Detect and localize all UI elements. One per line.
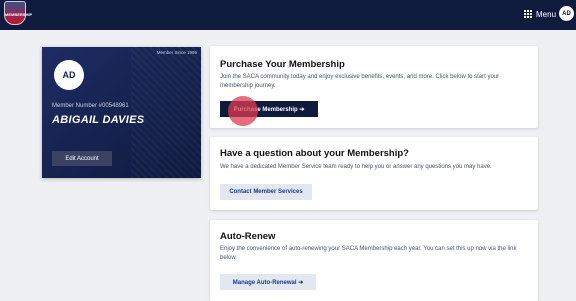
- question-description: We have a dedicated Member Service team …: [220, 164, 492, 170]
- menu-label: Menu: [536, 9, 557, 19]
- top-navigation-bar: MEMBERSHIP Menu AD: [0, 0, 576, 30]
- member-since: Member Since 1995: [156, 50, 197, 55]
- question-title: Have a question about your Membership?: [220, 148, 409, 159]
- member-number: Member Number #00548961: [52, 103, 129, 109]
- purchase-description: Join the SACA community today and enjoy …: [220, 74, 500, 89]
- auto-renew-panel: Auto-Renew Enjoy the convenience of auto…: [210, 220, 538, 301]
- purchase-membership-button[interactable]: Purchase Membership ➔: [220, 101, 318, 117]
- manage-auto-renewal-button[interactable]: Manage Auto-Renewal ➔: [220, 274, 316, 290]
- member-name: ABIGAIL DAVIES: [52, 114, 145, 126]
- member-question-panel: Have a question about your Membership? W…: [210, 137, 538, 210]
- menu-button[interactable]: Menu: [524, 6, 556, 22]
- member-avatar: AD: [54, 60, 84, 90]
- auto-renew-description: Enjoy the convenience of auto-renewing y…: [220, 246, 517, 261]
- auto-renew-title: Auto-Renew: [220, 231, 276, 242]
- edit-account-button[interactable]: Edit Account: [52, 151, 112, 166]
- member-card: Member Since 1995 AD Member Number #0054…: [42, 47, 201, 178]
- saca-logo[interactable]: MEMBERSHIP: [4, 1, 33, 25]
- grid-menu-icon: [524, 10, 532, 18]
- purchase-membership-panel: Purchase Your Membership Join the SACA c…: [210, 46, 538, 128]
- user-avatar[interactable]: AD: [559, 6, 574, 21]
- purchase-title: Purchase Your Membership: [220, 59, 345, 70]
- contact-member-services-button[interactable]: Contact Member Services: [220, 184, 312, 200]
- logo-text: MEMBERSHIP: [5, 12, 33, 17]
